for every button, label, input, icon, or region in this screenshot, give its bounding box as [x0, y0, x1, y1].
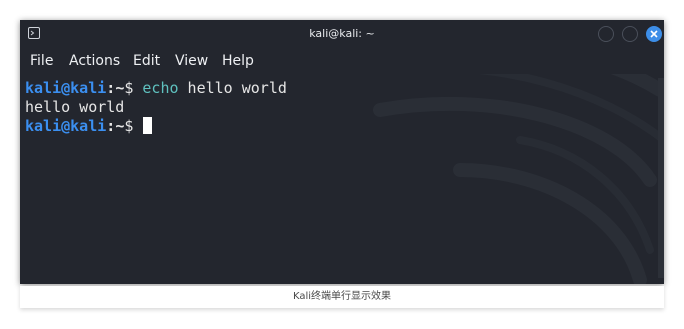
- terminal-output-line: hello world: [25, 98, 125, 116]
- prompt-separator: :: [106, 79, 116, 97]
- text-cursor: [143, 117, 153, 134]
- prompt-symbol: $: [124, 117, 143, 135]
- terminal-line-1: kali@kali:~$ echo hello world: [25, 79, 287, 98]
- window-title: kali@kali: ~: [309, 27, 375, 40]
- menu-actions[interactable]: Actions: [69, 53, 120, 69]
- image-caption: Kali终端单行显示效果: [20, 286, 664, 308]
- title-bar[interactable]: kali@kali: ~: [20, 20, 664, 48]
- scrollbar[interactable]: [658, 78, 664, 278]
- prompt-user-host: kali@kali: [25, 79, 107, 97]
- prompt-symbol: $: [124, 79, 143, 97]
- terminal-area[interactable]: kali@kali:~$ echo hello world hello worl…: [20, 74, 664, 284]
- close-icon: [650, 30, 658, 38]
- close-button[interactable]: [646, 26, 662, 42]
- command-args: hello world: [178, 79, 287, 97]
- menu-edit[interactable]: Edit: [133, 53, 160, 69]
- terminal-window: kali@kali: ~ File Actions Edit View Help: [20, 20, 664, 284]
- command-name: echo: [142, 79, 179, 97]
- menu-file[interactable]: File: [30, 53, 53, 69]
- menu-bar: File Actions Edit View Help: [20, 48, 664, 74]
- prompt-separator: :: [106, 117, 116, 135]
- menu-view[interactable]: View: [175, 53, 208, 69]
- prompt-path: ~: [115, 117, 125, 135]
- prompt-user-host: kali@kali: [25, 117, 107, 135]
- maximize-button[interactable]: [622, 26, 638, 42]
- terminal-line-3: kali@kali:~$: [25, 117, 153, 136]
- minimize-button[interactable]: [598, 26, 614, 42]
- menu-help[interactable]: Help: [222, 53, 254, 69]
- prompt-path: ~: [115, 79, 125, 97]
- page: kali@kali: ~ File Actions Edit View Help: [0, 0, 684, 329]
